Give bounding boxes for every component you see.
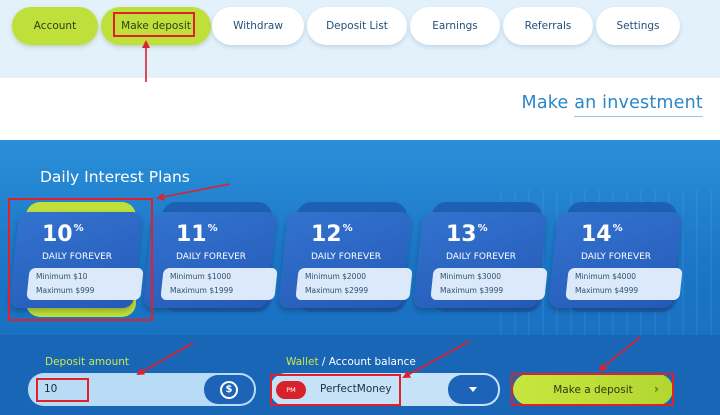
page-title-lead: Make bbox=[521, 93, 575, 113]
tab-label: Referrals bbox=[524, 20, 572, 32]
plan-term: DAILY FOREVER bbox=[581, 252, 652, 262]
plans-title: Daily Interest Plans bbox=[40, 168, 190, 186]
plan-percent: 13% bbox=[446, 222, 488, 247]
plan-minimum: Minimum $4000 bbox=[575, 272, 636, 281]
wallet-label-primary: Wallet bbox=[286, 356, 319, 368]
top-navigation: Account Make deposit Withdraw Deposit Li… bbox=[0, 0, 720, 78]
tab-label: Earnings bbox=[432, 20, 478, 32]
plan-percent: 11% bbox=[176, 222, 218, 247]
page-title: Make an investment bbox=[521, 93, 703, 117]
chevron-down-icon bbox=[469, 387, 477, 392]
tab-withdraw[interactable]: Withdraw bbox=[212, 7, 304, 45]
tab-label: Withdraw bbox=[233, 20, 283, 32]
wallet-dropdown-button[interactable] bbox=[448, 375, 498, 404]
plan-percent-value: 13 bbox=[446, 222, 477, 247]
tab-label: Deposit List bbox=[326, 20, 388, 32]
plan-card-14[interactable]: 14% DAILY FOREVER Minimum $4000 Maximum … bbox=[547, 202, 683, 314]
wallet-label-secondary: / Account balance bbox=[318, 356, 416, 368]
plan-percent: 14% bbox=[581, 222, 623, 247]
annotation-box-amount bbox=[36, 378, 89, 402]
plan-percent-suffix: % bbox=[342, 223, 353, 234]
plan-card-11[interactable]: 11% DAILY FOREVER Minimum $1000 Maximum … bbox=[142, 202, 278, 314]
plan-minimum: Minimum $2000 bbox=[305, 272, 366, 281]
tab-label: Account bbox=[33, 20, 77, 32]
annotation-box-deposit-button bbox=[511, 373, 674, 406]
plan-maximum: Maximum $2999 bbox=[305, 286, 369, 295]
currency-button[interactable]: $ bbox=[204, 375, 254, 404]
plan-percent-suffix: % bbox=[612, 223, 623, 234]
deposit-amount-label: Deposit amount bbox=[45, 356, 129, 368]
plan-maximum: Maximum $1999 bbox=[170, 286, 234, 295]
plan-term: DAILY FOREVER bbox=[311, 252, 382, 262]
plan-percent-value: 11 bbox=[176, 222, 207, 247]
plan-percent-suffix: % bbox=[477, 223, 488, 234]
tab-referrals[interactable]: Referrals bbox=[503, 7, 593, 45]
plan-maximum: Maximum $3999 bbox=[440, 286, 504, 295]
annotation-box-plan bbox=[8, 198, 153, 321]
plan-percent-value: 14 bbox=[581, 222, 612, 247]
plan-card-12[interactable]: 12% DAILY FOREVER Minimum $2000 Maximum … bbox=[277, 202, 413, 314]
plan-percent-suffix: % bbox=[207, 223, 218, 234]
page-title-emphasis: an investment bbox=[574, 93, 703, 117]
plan-term: DAILY FOREVER bbox=[176, 252, 247, 262]
wallet-label: Wallet / Account balance bbox=[286, 356, 416, 368]
plan-percent: 12% bbox=[311, 222, 353, 247]
tab-earnings[interactable]: Earnings bbox=[410, 7, 500, 45]
tab-label: Settings bbox=[616, 20, 660, 32]
plan-minimum: Minimum $1000 bbox=[170, 272, 231, 281]
annotation-box-make-deposit-tab bbox=[113, 12, 195, 37]
plan-minimum: Minimum $3000 bbox=[440, 272, 501, 281]
annotation-box-wallet bbox=[270, 374, 401, 406]
plan-percent-value: 12 bbox=[311, 222, 342, 247]
tab-deposit-list[interactable]: Deposit List bbox=[307, 7, 407, 45]
plan-card-13[interactable]: 13% DAILY FOREVER Minimum $3000 Maximum … bbox=[412, 202, 548, 314]
plan-maximum: Maximum $4999 bbox=[575, 286, 639, 295]
plan-term: DAILY FOREVER bbox=[446, 252, 517, 262]
dollar-coin-icon: $ bbox=[220, 380, 238, 399]
tab-settings[interactable]: Settings bbox=[596, 7, 680, 45]
tab-account[interactable]: Account bbox=[12, 7, 98, 45]
